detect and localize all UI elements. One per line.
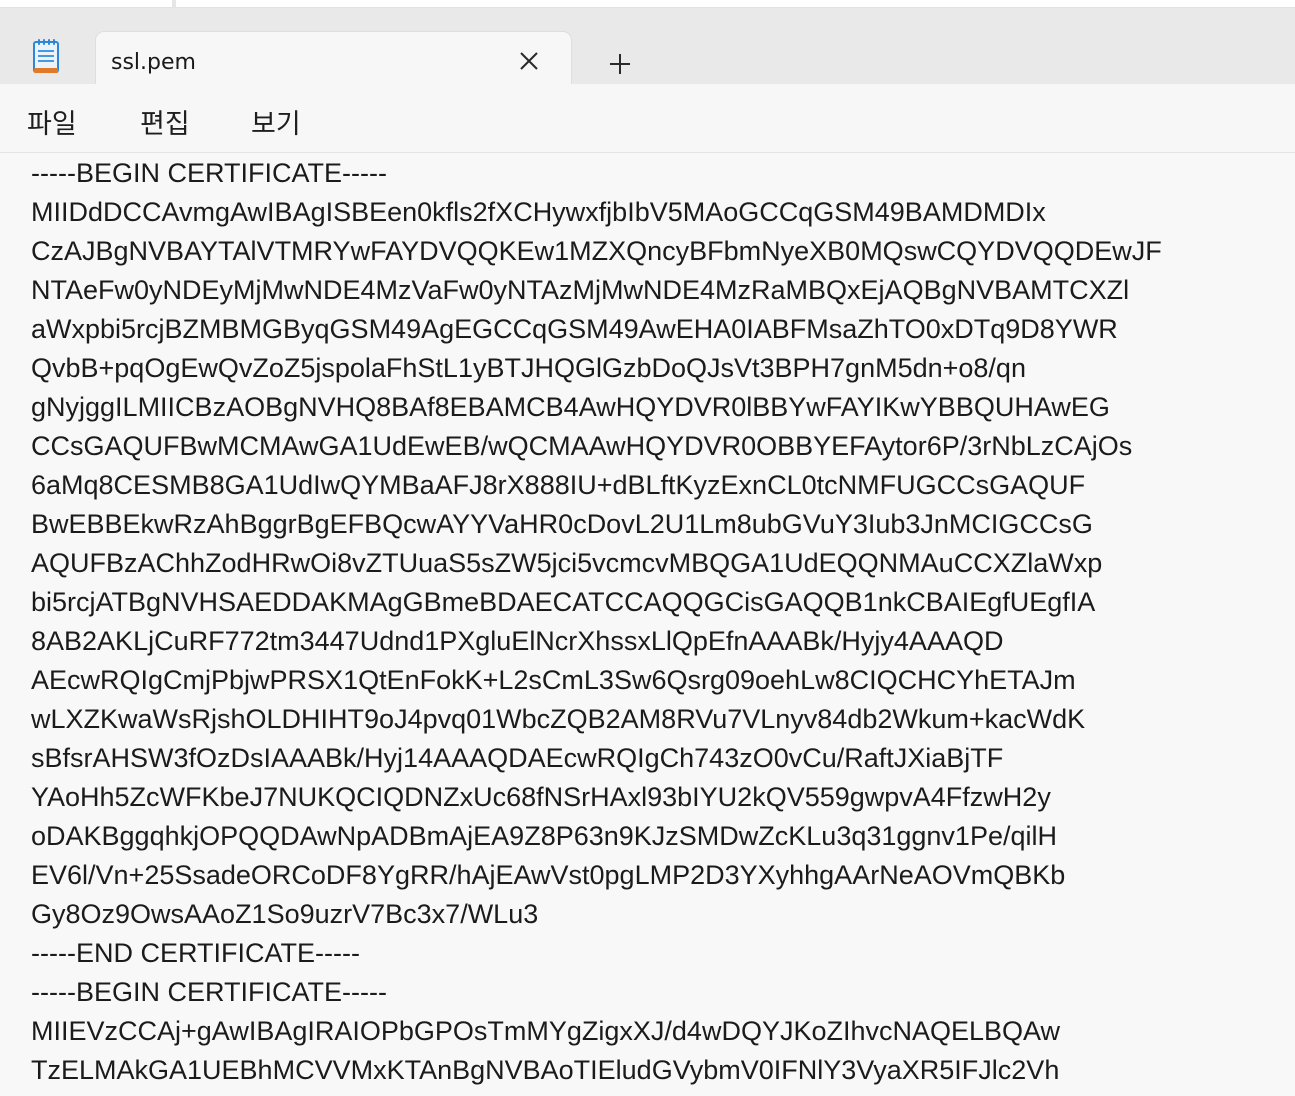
editor-line: MIIDdDCCAvmgAwIBAgISBEen0kfls2fXCHywxfjb…	[31, 197, 1046, 227]
editor-line: EV6l/Vn+25SsadeORCoDF8YgRR/hAjEAwVst0pgL…	[31, 860, 1066, 890]
menu-file[interactable]: 파일	[27, 102, 77, 141]
editor-line: CCsGAQUFBwMCMAwGA1UdEwEB/wQCMAAwHQYDVR0O…	[31, 431, 1133, 461]
editor-line: AEcwRQIgCmjPbjwPRSX1QtEnFokK+L2sCmL3Sw6Q…	[31, 665, 1076, 695]
notepad-icon	[33, 39, 59, 73]
notepad-window: ssl.pem 파일 편집 보기 -----BEGIN CERTIFICATE-…	[0, 0, 1295, 1096]
menu-view[interactable]: 보기	[251, 102, 301, 141]
editor-line: bi5rcjATBgNVHSAEDDAKMAgGBmeBDAECATCCAQQG…	[31, 587, 1096, 617]
editor-line: -----BEGIN CERTIFICATE-----	[31, 158, 387, 188]
editor-line: oDAKBggqhkjOPQQDAwNpADBmAjEA9Z8P63n9KJzS…	[31, 821, 1057, 851]
editor-line: 6aMq8CESMB8GA1UdIwQYMBaAFJ8rX888IU+dBLft…	[31, 470, 1086, 500]
editor-lines: -----BEGIN CERTIFICATE----- MIIDdDCCAvmgA…	[31, 154, 1162, 1090]
title-bar[interactable]: ssl.pem	[0, 8, 1295, 92]
editor-line: wLXZKwaWsRjshOLDHIHT9oJ4pvq01WbcZQB2AM8R…	[31, 704, 1086, 734]
new-tab-button[interactable]	[602, 46, 638, 82]
editor-line: NTAeFw0yNDEyMjMwNDE4MzVaFw0yNTAzMjMwNDE4…	[31, 275, 1130, 305]
editor-line: BwEBBEkwRzAhBggrBgEFBQcwAYYVaHR0cDovL2U1…	[31, 509, 1093, 539]
top-edge-notch	[172, 0, 176, 7]
editor-line: YAoHh5ZcWFKbeJ7NUKQCIQDNZxUc68fNSrHAxl93…	[31, 782, 1051, 812]
editor-line: sBfsrAHSW3fOzDsIAAABk/Hyj14AAAQDAEcwRQIg…	[31, 743, 1004, 773]
close-icon	[520, 52, 538, 70]
editor-line: TzELMAkGA1UEBhMCVVMxKTAnBgNVBAoTIEludGVy…	[31, 1055, 1060, 1085]
plus-icon	[610, 54, 630, 74]
tab-ssl-pem[interactable]: ssl.pem	[96, 32, 571, 92]
editor-line: -----END CERTIFICATE-----	[31, 938, 360, 968]
editor-line: CzAJBgNVBAYTAlVTMRYwFAYDVQQKEw1MZXQncyBF…	[31, 236, 1162, 266]
editor-line: aWxpbi5rcjBZMBMGByqGSM49AgEGCCqGSM49AwEH…	[31, 314, 1118, 344]
editor-line: AQUFBzAChhZodHRwOi8vZTUuaS5sZW5jci5vcmcv…	[31, 548, 1103, 578]
tab-title: ssl.pem	[111, 50, 196, 75]
editor-line: gNyjggILMIICBzAOBgNVHQ8BAf8EBAMCB4AwHQYD…	[31, 392, 1110, 422]
editor-line: 8AB2AKLjCuRF772tm3447Udnd1PXgluElNcrXhss…	[31, 626, 1004, 656]
menu-edit[interactable]: 편집	[140, 102, 190, 141]
editor-line: -----BEGIN CERTIFICATE-----	[31, 977, 387, 1007]
window-top-edge	[0, 0, 1295, 8]
editor-line: Gy8Oz9OwsAAoZ1So9uzrV7Bc3x7/WLu3	[31, 899, 539, 929]
text-editor[interactable]: -----BEGIN CERTIFICATE----- MIIDdDCCAvmgA…	[0, 153, 1295, 1096]
editor-line: MIIEVzCCAj+gAwIBAgIRAIOPbGPOsTmMYgZigxXJ…	[31, 1016, 1061, 1046]
close-tab-button[interactable]	[514, 46, 544, 76]
editor-line: QvbB+pqOgEwQvZoZ5jspolaFhStL1yBTJHQGlGzb…	[31, 353, 1026, 383]
menu-bar: 파일 편집 보기	[0, 84, 1295, 153]
